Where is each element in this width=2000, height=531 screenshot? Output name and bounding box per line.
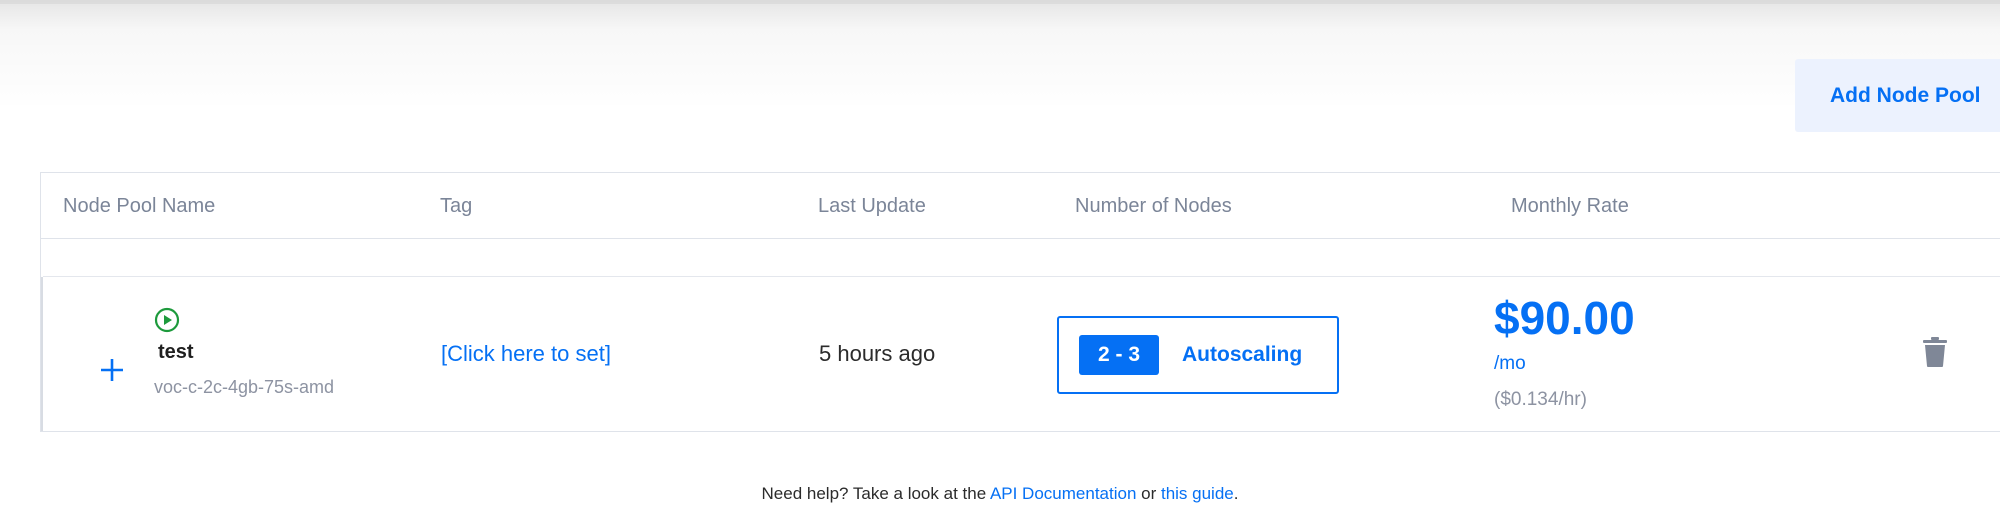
column-header-last-update: Last Update [818, 195, 926, 217]
top-bar-edge [0, 0, 2000, 4]
column-header-nodes: Number of Nodes [1075, 195, 1232, 217]
column-header-monthly-rate: Monthly Rate [1511, 195, 1629, 217]
help-prefix: Need help? Take a look at the [761, 484, 990, 503]
set-tag-link[interactable]: [Click here to set] [441, 341, 611, 367]
node-pool-plan: voc-c-2c-4gb-75s-amd [154, 377, 335, 397]
column-header-name: Node Pool Name [63, 195, 216, 217]
play-circle-icon [154, 307, 180, 333]
plus-icon[interactable] [99, 357, 125, 383]
trash-icon[interactable] [1922, 336, 1948, 368]
nodes-range-badge: 2 - 3 [1079, 335, 1159, 375]
help-middle: or [1136, 484, 1161, 503]
api-documentation-link[interactable]: API Documentation [990, 484, 1136, 503]
monthly-price: $90.00 [1494, 292, 1635, 344]
add-node-pool-button[interactable]: Add Node Pool [1795, 59, 2000, 132]
hourly-rate: ($0.134/hr) [1494, 389, 1587, 410]
help-suffix: . [1233, 484, 1239, 503]
column-header-tag: Tag [440, 195, 473, 217]
guide-link[interactable]: this guide [1161, 484, 1234, 503]
table-row: test voc-c-2c-4gb-75s-amd [Click here to… [41, 276, 2000, 431]
header-shadow [0, 0, 2000, 120]
last-update-value: 5 hours ago [819, 341, 936, 366]
autoscaling-label: Autoscaling [1182, 343, 1303, 366]
help-text: Need help? Take a look at the API Docume… [0, 484, 2000, 504]
table-header: Node Pool Name Tag Last Update Number of… [41, 173, 2000, 239]
node-pool-table: Node Pool Name Tag Last Update Number of… [40, 172, 2000, 432]
node-pool-name: test [158, 341, 194, 363]
per-month-label: /mo [1494, 353, 1526, 374]
row-edge [41, 277, 43, 431]
nodes-autoscaling-button[interactable]: 2 - 3 Autoscaling [1057, 316, 1339, 394]
